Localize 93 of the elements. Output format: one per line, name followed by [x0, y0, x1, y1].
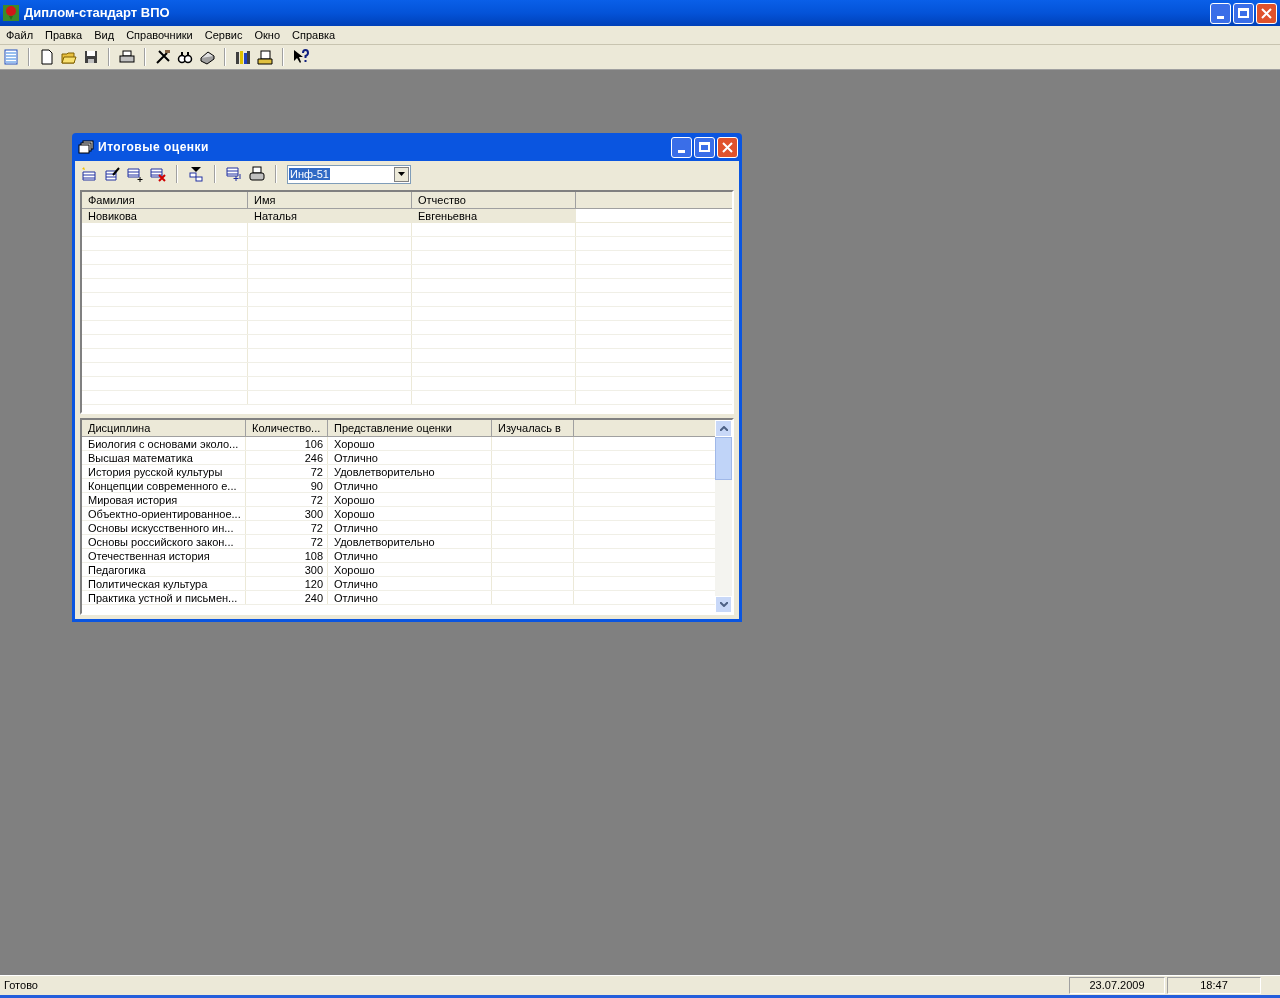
table-cell: Педагогика — [88, 564, 146, 576]
status-time: 18:47 — [1167, 977, 1261, 994]
scrollbar[interactable] — [715, 420, 732, 613]
table-cell: Хорошо — [334, 508, 375, 520]
table-cell: Мировая история — [88, 494, 178, 506]
add-record-icon[interactable] — [127, 166, 143, 182]
table-cell: Основы искусственного ин... — [88, 522, 234, 534]
chevron-up-icon — [719, 426, 728, 431]
group-combo[interactable]: Инф-51 — [287, 164, 411, 184]
triangle-icon — [398, 172, 405, 176]
window-title: Диплом-стандарт ВПО — [24, 4, 171, 23]
table-cell: Отлично — [334, 592, 378, 604]
table-cell: 300 — [304, 508, 323, 520]
minimize-button[interactable] — [671, 136, 692, 158]
column-header[interactable]: Изучалась в — [492, 420, 574, 436]
edit-record-icon[interactable] — [104, 166, 120, 182]
table-cell: История русской культуры — [88, 466, 223, 478]
column-header[interactable]: Фамилия — [82, 192, 248, 208]
table-cell: 72 — [310, 466, 323, 478]
menu-item[interactable]: Правка — [39, 26, 89, 44]
table-cell: 246 — [304, 452, 323, 464]
filter-icon[interactable] — [188, 166, 204, 182]
table-cell: 240 — [304, 592, 323, 604]
table-cell: 120 — [304, 578, 323, 590]
new-document-icon[interactable] — [39, 49, 55, 65]
menu-item[interactable]: Справочники — [120, 26, 199, 44]
list-icon[interactable] — [3, 49, 19, 65]
table-cell: Наталья — [248, 209, 412, 222]
binoculars-icon[interactable] — [177, 49, 193, 65]
table-cell: 108 — [304, 550, 323, 562]
table-cell: Высшая математика — [88, 452, 193, 464]
maximize-button[interactable] — [1233, 2, 1254, 24]
books-icon[interactable] — [235, 49, 251, 65]
column-header[interactable]: Отчество — [412, 192, 576, 208]
table-cell: Биология с основами эколо... — [88, 438, 239, 450]
table-cell: Практика устной и письмен... — [88, 592, 238, 604]
column-header[interactable]: Дисциплина — [82, 420, 246, 436]
maximize-button[interactable] — [694, 136, 715, 158]
close-icon — [1261, 7, 1272, 19]
minimize-button[interactable] — [1210, 2, 1231, 24]
table-cell: Хорошо — [334, 494, 375, 506]
menu-item[interactable]: Окно — [248, 26, 286, 44]
table-cell: Отлично — [334, 578, 378, 590]
table-cell: 106 — [304, 438, 323, 450]
table-cell: 72 — [310, 536, 323, 548]
menu-item[interactable]: Сервис — [198, 26, 249, 44]
chevron-down-icon — [719, 602, 728, 607]
status-date: 23.07.2009 — [1069, 977, 1165, 994]
scroll-thumb[interactable] — [715, 437, 732, 480]
table-cell: Хорошо — [334, 438, 375, 450]
table-cell: Отлично — [334, 550, 378, 562]
close-icon — [722, 141, 733, 153]
menu-item[interactable]: Файл — [0, 26, 40, 44]
column-header[interactable]: Имя — [248, 192, 412, 208]
table-cell: Новикова — [82, 209, 248, 222]
status-message: Готово — [3, 978, 39, 994]
column-header[interactable]: Представление оценки — [328, 420, 492, 436]
scroll-up-button[interactable] — [715, 420, 732, 437]
table-cell: Объектно-ориентированное... — [88, 508, 241, 520]
table-cell: 300 — [304, 564, 323, 576]
table-cell: Отлично — [334, 480, 378, 492]
table-cell: Отлично — [334, 522, 378, 534]
table-cell: Отечественная история — [88, 550, 210, 562]
table-cell: Концепции современного е... — [88, 480, 237, 492]
delete-record-icon[interactable] — [150, 166, 166, 182]
menu-item[interactable]: Вид — [88, 26, 121, 44]
printer-icon[interactable] — [249, 166, 265, 182]
menu-item[interactable]: Справка — [286, 26, 342, 44]
table-cell: Основы российского закон... — [88, 536, 234, 548]
table-cell: 72 — [310, 522, 323, 534]
printer-icon[interactable] — [119, 49, 135, 65]
scroll-down-button[interactable] — [715, 596, 732, 613]
new-record-icon[interactable] — [81, 166, 97, 182]
table-cell: Удовлетворительно — [334, 466, 435, 478]
table-cell: Удовлетворительно — [334, 536, 435, 548]
help-pointer-icon[interactable] — [293, 49, 309, 65]
open-folder-icon[interactable] — [61, 49, 77, 65]
table-cell: Евгеньевна — [412, 209, 576, 222]
table-cell: Политическая культура — [88, 578, 208, 590]
child-window-title: Итоговые оценки — [98, 139, 210, 156]
rose-icon — [3, 5, 19, 21]
column-header[interactable]: Количество... — [246, 420, 328, 436]
table-cell: 72 — [310, 494, 323, 506]
cards-icon[interactable] — [78, 139, 94, 155]
save-icon[interactable] — [83, 49, 99, 65]
tools-icon[interactable] — [155, 49, 171, 65]
close-button[interactable] — [1256, 2, 1277, 24]
close-button[interactable] — [717, 136, 738, 158]
add-records-icon[interactable] — [226, 166, 242, 182]
student-row[interactable]: Новикова Наталья Евгеньевна — [82, 209, 732, 223]
table-cell: Отлично — [334, 452, 378, 464]
table-cell: Хорошо — [334, 564, 375, 576]
table-cell: 90 — [310, 480, 323, 492]
